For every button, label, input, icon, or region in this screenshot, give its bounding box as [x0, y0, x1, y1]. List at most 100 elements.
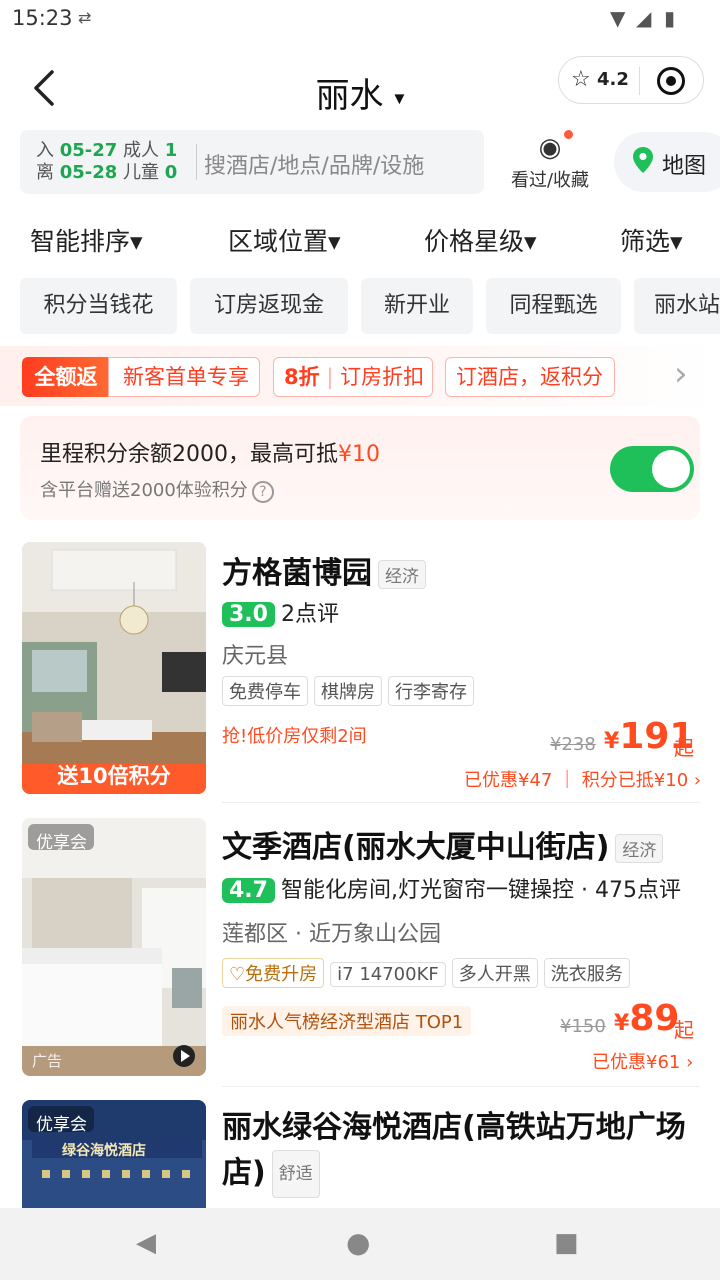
quick-tag[interactable]: 新开业 — [361, 278, 473, 334]
hotel-name-line2: 店) — [222, 1155, 266, 1191]
facility-tag: i7 14700KF — [330, 962, 446, 987]
hotel-score: 3.0 2点评 — [222, 596, 339, 628]
hotel-name-line1: 丽水绿谷海悦酒店(高铁站万地广场 — [222, 1110, 686, 1145]
map-button[interactable]: 地图 — [614, 132, 720, 192]
promo-discount: 8折 | 订房折扣 — [273, 357, 433, 397]
quick-tag[interactable]: 丽水站 — [634, 278, 720, 334]
status-bar: 15:23 ⇄ ▼ ◢ ▮ — [0, 0, 720, 40]
hotel-price: ¥89 — [614, 998, 679, 1039]
sort-smart[interactable]: 智能排序▾ — [30, 222, 143, 258]
date-guest-picker[interactable]: 入 05-27 成人 1 离 05-28 儿童 0 — [36, 140, 177, 184]
hotel-name: 丽水绿谷海悦酒店(高铁站万地广场 店) 舒适 — [222, 1106, 702, 1198]
points-note: 含平台赠送2000体验积分? — [40, 476, 274, 503]
system-home-icon[interactable]: ● — [346, 1226, 370, 1259]
room-photo-image — [22, 818, 206, 1076]
chevron-right-icon[interactable]: › — [674, 354, 688, 394]
status-time: 15:23 — [12, 6, 73, 30]
score-badge: 3.0 — [222, 602, 275, 627]
chevron-down-icon: ▾ — [394, 85, 405, 110]
points-note-text: 含平台赠送2000体验积分 — [40, 480, 248, 501]
checkin-date: 05-27 — [59, 140, 118, 161]
adult-label: 成人 — [123, 140, 160, 161]
search-input[interactable]: 搜酒店/地点/品牌/设施 — [204, 148, 424, 180]
promo-strip[interactable]: 全额返 新客首单专享 8折 | 订房折扣 订酒店，返积分 › — [0, 346, 720, 406]
hotel-name: 文季酒店(丽水大厦中山街店) 经济 — [222, 822, 664, 866]
system-back-icon[interactable]: ◀ — [136, 1228, 156, 1258]
points-balance: 里程积分余额2000，最高可抵¥10 — [40, 436, 380, 468]
quick-tag[interactable]: 订房返现金 — [190, 278, 348, 334]
hotel-level: 经济 — [615, 834, 664, 863]
full-return-badge: 全额返 — [22, 357, 110, 397]
mini-program-capsule: ☆ 4.2 — [558, 56, 704, 104]
ranking-badge[interactable]: 丽水人气榜经济型酒店 TOP1 — [222, 1006, 472, 1036]
photo-banner: 送10倍积分 — [57, 764, 171, 788]
child-count: 0 — [164, 162, 178, 183]
price-from-label: 起 — [674, 736, 694, 760]
points-max-amount: ¥10 — [338, 442, 380, 467]
facility-tag: 行李寄存 — [388, 676, 474, 706]
facility-tags: ♡免费升房 i7 14700KF 多人开黑 洗衣服务 — [222, 958, 636, 988]
points-card: 里程积分余额2000，最高可抵¥10 含平台赠送2000体验积分? — [20, 416, 700, 520]
facility-tag: 洗衣服务 — [543, 958, 630, 988]
ad-label: 广告 — [32, 1052, 63, 1070]
map-label: 地图 — [662, 154, 707, 179]
member-badge: 优享会 — [36, 833, 87, 853]
child-label: 儿童 — [123, 162, 160, 183]
favorites-label: 看过/收藏 — [510, 170, 590, 191]
system-nav-bar: ◀ ● ■ — [0, 1208, 720, 1280]
battery-icon: ▮ — [664, 6, 676, 30]
checkout-date: 05-28 — [59, 162, 118, 183]
hotel-name: 方格菌博园 经济 — [222, 548, 426, 592]
eye-icon: ◉ — [538, 133, 562, 163]
card-divider — [222, 802, 700, 803]
hotel-photo: 优享会 广告 — [22, 818, 206, 1076]
checkin-label: 入 — [36, 140, 54, 161]
hotel-card[interactable]: 优享会 绿谷海悦酒店 丽水绿谷海悦酒店(高铁站万地广场 店) 舒适 — [0, 1100, 720, 1208]
hotel-area: 莲都区 · 近万象山公园 — [222, 922, 441, 947]
original-price: ¥238 — [550, 734, 596, 755]
star-icon[interactable]: ☆ — [571, 67, 591, 92]
adult-count: 1 — [164, 140, 178, 161]
wifi-icon: ▼ — [610, 6, 626, 30]
promo-points: 订酒店，返积分 — [445, 357, 615, 397]
review-count: 2点评 — [280, 602, 339, 627]
sort-area[interactable]: 区域位置▾ — [228, 222, 341, 258]
quick-tag[interactable]: 积分当钱花 — [20, 278, 177, 334]
original-price: ¥150 — [560, 1016, 606, 1037]
system-recent-icon[interactable]: ■ — [554, 1228, 579, 1258]
hotel-score: 4.7 智能化房间,灯光窗帘一键操控 · 475点评 — [222, 872, 681, 904]
hotel-card[interactable]: 优享会 广告 文季酒店(丽水大厦中山街店) 经济 4.7 智能化房间,灯光窗帘一键操… — [0, 816, 720, 1087]
hotel-card[interactable]: 送10倍积分 方格菌博园 经济 3.0 2点评 庆元县 免费停车 棋牌房 行李寄存 抢!… — [0, 540, 720, 803]
heart-icon: ♡ — [229, 964, 246, 985]
discount-detail[interactable]: 已优惠¥61 › — [592, 1048, 693, 1074]
search-divider — [196, 144, 197, 180]
city-name: 丽水 — [315, 76, 384, 116]
sort-filter[interactable]: 筛选▾ — [620, 222, 683, 258]
points-balance-text: 里程积分余额2000，最高可抵 — [40, 442, 338, 467]
rating-value: 4.2 — [597, 69, 629, 90]
signal-icon: ◢ — [636, 6, 652, 30]
discount-detail[interactable]: 已优惠¥47 ｜ 积分已抵¥10 › — [464, 766, 701, 792]
quick-tag[interactable]: 同程甄选 — [486, 278, 621, 334]
price-symbol: ¥ — [614, 1011, 630, 1036]
hotel-area: 庆元县 — [222, 644, 289, 669]
price-value: 89 — [629, 998, 680, 1039]
room-photo-image — [22, 542, 206, 794]
sort-price-star[interactable]: 价格星级▾ — [424, 222, 537, 258]
promo-discount-label: 订房折扣 — [340, 365, 425, 389]
help-icon[interactable]: ? — [251, 481, 274, 503]
score-badge: 4.7 — [222, 878, 275, 903]
hotel-name-text: 方格菌博园 — [222, 556, 372, 591]
hotel-sign: 绿谷海悦酒店 — [62, 1143, 146, 1159]
facility-tag-text: 免费升房 — [245, 964, 318, 985]
facility-tag: ♡免费升房 — [222, 958, 325, 988]
points-toggle[interactable] — [610, 446, 694, 492]
close-target-icon[interactable] — [657, 67, 685, 95]
card-divider — [222, 1086, 700, 1087]
member-badge: 优享会 — [36, 1115, 87, 1135]
search-bar[interactable]: 入 05-27 成人 1 离 05-28 儿童 0 搜酒店/地点/品牌/设施 — [20, 130, 484, 194]
review-count: 智能化房间,灯光窗帘一键操控 · 475点评 — [280, 878, 681, 903]
sort-filter-bar: 智能排序▾ 区域位置▾ 价格星级▾ 筛选▾ — [0, 210, 720, 270]
data-saver-icon: ⇄ — [78, 8, 92, 27]
favorites-button[interactable]: ◉ 看过/收藏 — [500, 130, 600, 194]
